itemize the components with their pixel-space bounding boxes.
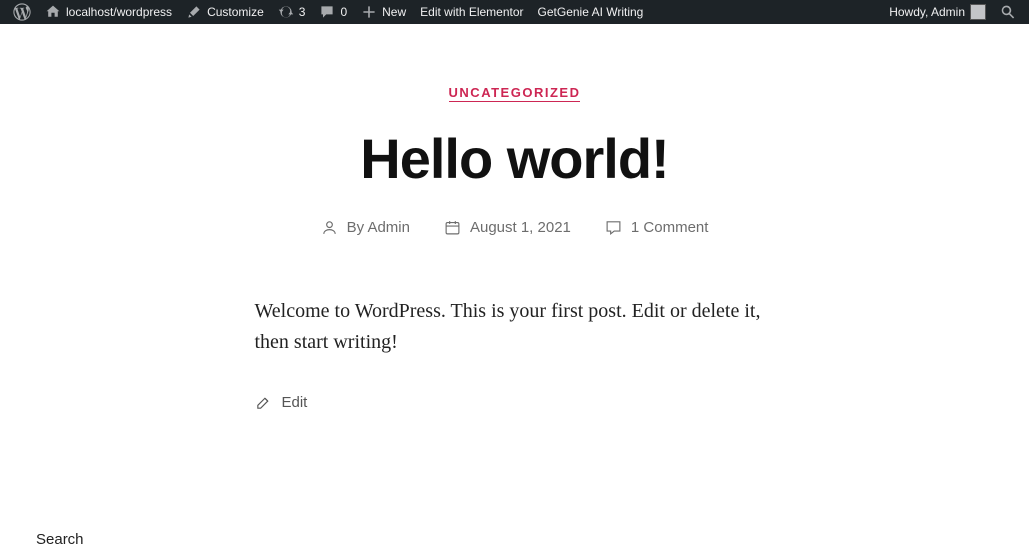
post-title: Hello world! — [20, 126, 1009, 191]
brush-icon — [186, 4, 202, 20]
getgenie-link[interactable]: GetGenie AI Writing — [531, 0, 651, 24]
edit-elementor-link[interactable]: Edit with Elementor — [413, 0, 530, 24]
wp-logo-menu[interactable] — [6, 0, 38, 24]
post-meta: By Admin August 1, 2021 1 Comment — [20, 219, 1009, 236]
update-icon — [278, 4, 294, 20]
search-toggle[interactable] — [993, 0, 1023, 24]
comments-link[interactable]: 0 — [312, 0, 354, 24]
admin-bar-left: localhost/wordpress Customize 3 0 New Ed… — [6, 0, 650, 24]
comment-icon — [319, 4, 335, 20]
site-name-link[interactable]: localhost/wordpress — [38, 0, 179, 24]
wp-admin-bar: localhost/wordpress Customize 3 0 New Ed… — [0, 0, 1029, 24]
person-icon — [321, 219, 338, 236]
getgenie-label: GetGenie AI Writing — [538, 5, 644, 19]
updates-link[interactable]: 3 — [271, 0, 313, 24]
entry-header: UNCATEGORIZED Hello world! By Admin Augu… — [0, 24, 1029, 236]
edit-elementor-label: Edit with Elementor — [420, 5, 523, 19]
search-icon — [1000, 4, 1016, 20]
updates-count: 3 — [299, 5, 306, 19]
meta-author: By Admin — [321, 219, 410, 236]
edit-post-link[interactable]: Edit — [255, 394, 775, 411]
post-page: UNCATEGORIZED Hello world! By Admin Augu… — [0, 24, 1029, 548]
new-label: New — [382, 5, 406, 19]
author-link[interactable]: Admin — [367, 219, 410, 236]
avatar — [970, 4, 986, 20]
my-account-link[interactable]: Howdy, Admin — [882, 0, 993, 24]
comments-count: 0 — [340, 5, 347, 19]
post-body: Welcome to WordPress. This is your first… — [255, 296, 775, 358]
edit-label: Edit — [282, 394, 308, 411]
site-name-text: localhost/wordpress — [66, 5, 172, 19]
wordpress-logo-icon — [13, 3, 31, 21]
meta-comments[interactable]: 1 Comment — [605, 219, 709, 236]
search-widget-heading: Search — [36, 531, 993, 548]
plus-icon — [361, 4, 377, 20]
new-content-link[interactable]: New — [354, 0, 413, 24]
entry-content: Welcome to WordPress. This is your first… — [235, 296, 795, 411]
pencil-icon — [255, 394, 272, 411]
author-wrap: By Admin — [347, 219, 410, 236]
comment-outline-icon — [605, 219, 622, 236]
meta-date: August 1, 2021 — [444, 219, 571, 236]
category-link[interactable]: UNCATEGORIZED — [449, 85, 581, 102]
comments-text: 1 Comment — [631, 219, 709, 236]
customize-link[interactable]: Customize — [179, 0, 271, 24]
post-date: August 1, 2021 — [470, 219, 571, 236]
customize-label: Customize — [207, 5, 264, 19]
home-icon — [45, 4, 61, 20]
admin-bar-right: Howdy, Admin — [882, 0, 1023, 24]
footer-widgets: Search — [0, 411, 1029, 548]
howdy-text: Howdy, Admin — [889, 5, 965, 19]
by-label: By — [347, 219, 368, 236]
calendar-icon — [444, 219, 461, 236]
